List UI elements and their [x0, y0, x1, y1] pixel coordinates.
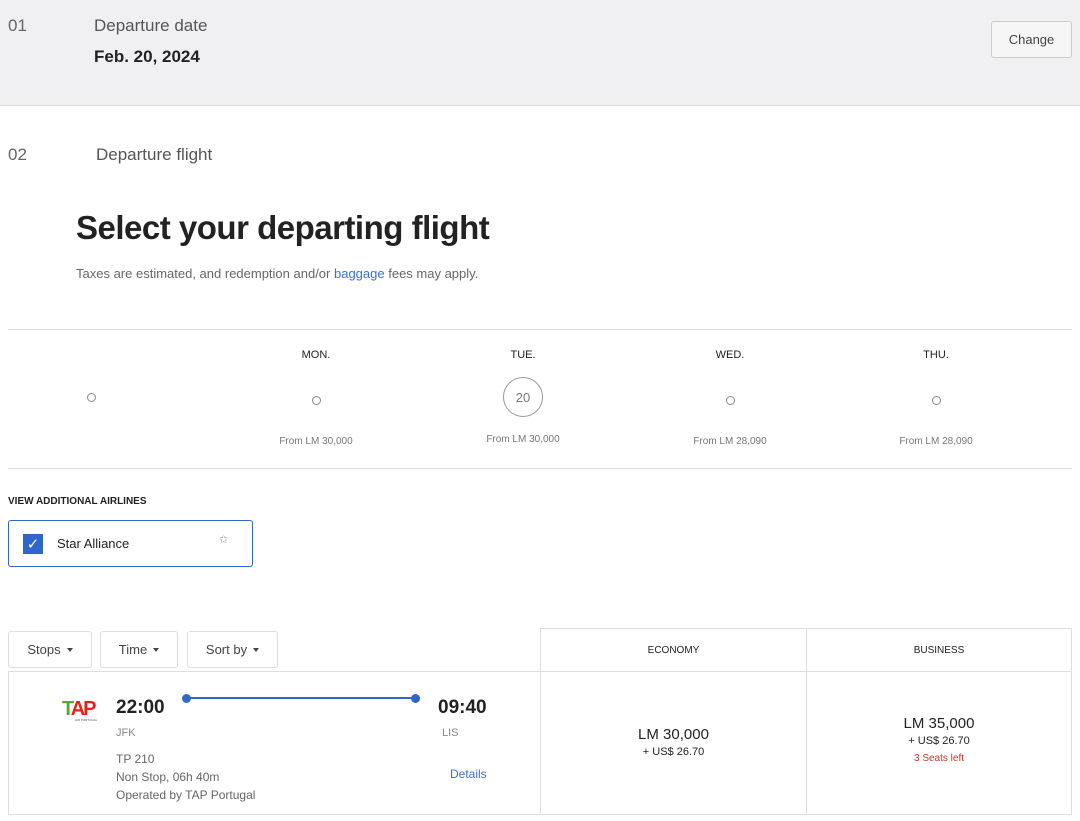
subtitle-text: Taxes are estimated, and redemption and/…	[76, 266, 334, 281]
step-number: 01	[8, 16, 27, 35]
arrival-time: 09:40	[438, 697, 487, 718]
day-price: From LM 30,000	[279, 436, 353, 447]
filter-label: Time	[118, 642, 148, 657]
economy-tax: + US$ 26.70	[642, 746, 705, 758]
day-price: From LM 28,090	[899, 436, 973, 447]
arrival-airport: LIS	[442, 727, 459, 739]
day-name: TUE.	[510, 349, 536, 361]
caret-down-icon	[253, 647, 260, 652]
star-alliance-logo-icon: ✩	[219, 534, 229, 546]
selected-date: Feb. 20, 2024	[94, 47, 200, 66]
subtitle: Taxes are estimated, and redemption and/…	[76, 266, 478, 281]
economy-miles: LM 30,000	[638, 726, 709, 743]
day-dot	[311, 396, 321, 405]
details-link[interactable]: Details	[450, 767, 487, 781]
stops-filter[interactable]: Stops	[8, 631, 92, 668]
day-dot	[931, 396, 941, 405]
day-price: From LM 28,090	[693, 436, 767, 447]
departure-airport: JFK	[116, 727, 136, 739]
business-tax: + US$ 26.70	[908, 735, 970, 747]
previous-dates-button[interactable]	[87, 393, 96, 402]
departure-time: 22:00	[116, 697, 165, 718]
divider	[8, 329, 1072, 330]
day-name: WED.	[715, 349, 745, 361]
day-price: From LM 30,000	[486, 434, 560, 445]
subtitle-text: fees may apply.	[384, 266, 479, 281]
seats-left: 3 Seats left	[913, 753, 965, 764]
selected-day: 20	[503, 377, 543, 417]
day-wed[interactable]: WED. From LM 28,090	[660, 349, 800, 447]
tap-logo-sub: AIR PORTUGAL	[75, 718, 98, 722]
flight-operator: Operated by TAP Portugal	[116, 788, 256, 802]
caret-down-icon	[66, 647, 73, 652]
day-thu[interactable]: THU. From LM 28,090	[866, 349, 1006, 447]
baggage-link[interactable]: baggage	[334, 266, 385, 281]
airline-option-label: Star Alliance	[57, 536, 130, 551]
business-miles: LM 35,000	[903, 715, 975, 732]
day-dot	[725, 396, 735, 405]
day-name: THU.	[923, 349, 949, 361]
caret-down-icon	[153, 647, 160, 652]
step-label: Departure flight	[96, 145, 213, 164]
step-number: 02	[8, 145, 27, 164]
business-fare[interactable]: LM 35,000 + US$ 26.70 3 Seats left	[806, 671, 1072, 815]
route-dot	[411, 694, 420, 703]
day-mon[interactable]: MON. From LM 30,000	[246, 349, 386, 447]
filter-label: Sort by	[205, 642, 248, 657]
flight-route-line	[186, 697, 420, 699]
page-title: Select your departing flight	[76, 209, 490, 246]
step-departure-date: 01 Departure date Feb. 20, 2024 Change	[0, 0, 1080, 106]
flight-duration: Non Stop, 06h 40m	[116, 770, 220, 784]
time-filter[interactable]: Time	[100, 631, 178, 668]
divider	[8, 468, 1072, 469]
flight-details-text: TP 210 Non Stop, 06h 40m Operated by TAP…	[116, 750, 255, 804]
day-name: MON.	[301, 349, 331, 361]
sort-by-dropdown[interactable]: Sort by	[187, 631, 278, 668]
checkbox-checked-icon: ✓	[23, 534, 43, 554]
step-label: Departure date	[94, 16, 208, 35]
filter-label: Stops	[27, 642, 61, 657]
business-header: BUSINESS	[806, 628, 1072, 672]
change-button[interactable]: Change	[991, 21, 1072, 58]
economy-header: ECONOMY	[540, 628, 807, 672]
airlines-heading: VIEW ADDITIONAL AIRLINES	[8, 496, 147, 507]
economy-fare[interactable]: LM 30,000 + US$ 26.70	[540, 671, 807, 815]
flight-info: TAP AIR PORTUGAL 22:00 JFK 09:40 LIS TP …	[8, 671, 541, 815]
star-alliance-checkbox[interactable]: ✓ Star Alliance ✩	[8, 520, 253, 567]
route-dot	[182, 694, 191, 703]
flight-number: TP 210	[116, 752, 155, 766]
day-tue[interactable]: TUE. 20 From LM 30,000	[453, 349, 593, 445]
